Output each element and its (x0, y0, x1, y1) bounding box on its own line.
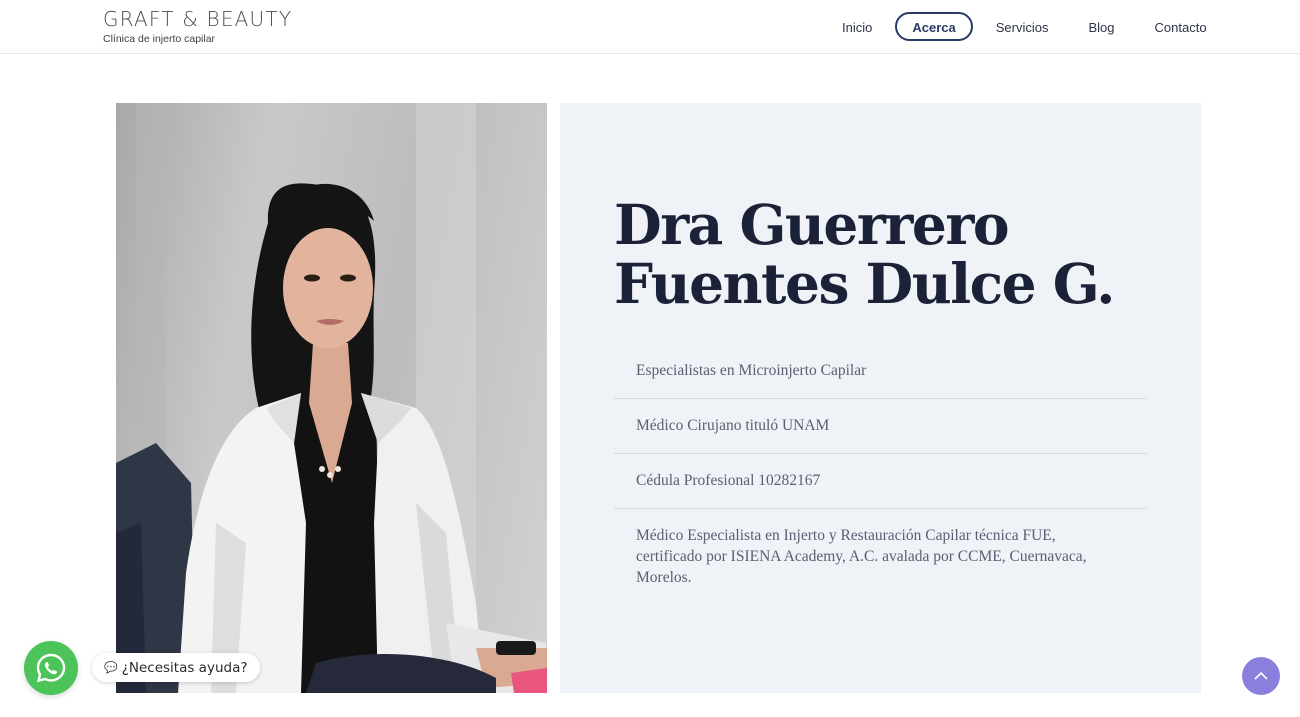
whatsapp-help-bubble[interactable]: 💬 ¿Necesitas ayuda? (92, 653, 260, 682)
credential-item: Médico Cirujano tituló UNAM (614, 399, 1147, 454)
scroll-to-top-button[interactable] (1242, 657, 1280, 695)
credential-item: Cédula Profesional 10282167 (614, 454, 1147, 509)
doctor-name-line2: Fuentes Dulce G. (614, 251, 1115, 316)
logo-title: GRAFT & BEAUTY (103, 7, 293, 31)
doctor-name: Dra Guerrero Fuentes Dulce G. (614, 195, 1134, 313)
site-header: GRAFT & BEAUTY Clínica de injerto capila… (0, 0, 1300, 54)
nav-acerca[interactable]: Acerca (895, 12, 973, 41)
credentials-list: Especialistas en Microinjerto Capilar Mé… (614, 344, 1147, 605)
main-nav: Inicio Acerca Servicios Blog Contacto (825, 12, 1230, 41)
whatsapp-button[interactable] (24, 641, 78, 695)
credential-item: Médico Especialista en Injerto y Restaur… (636, 527, 1087, 586)
whatsapp-help-label: ¿Necesitas ayuda? (121, 659, 248, 676)
doctor-name-line1: Dra Guerrero (614, 192, 1010, 257)
credential-item: Especialistas en Microinjerto Capilar (614, 344, 1147, 399)
chevron-up-icon (1254, 671, 1268, 680)
doctor-photo (116, 103, 547, 693)
nav-servicios[interactable]: Servicios (979, 12, 1066, 41)
nav-contacto[interactable]: Contacto (1138, 12, 1224, 41)
doctor-portrait-image (116, 103, 547, 693)
nav-blog[interactable]: Blog (1071, 12, 1131, 41)
doctor-info-panel: Dra Guerrero Fuentes Dulce G. Especialis… (560, 103, 1201, 693)
logo-subtitle: Clínica de injerto capilar (103, 33, 216, 45)
nav-inicio[interactable]: Inicio (825, 12, 889, 41)
whatsapp-icon (36, 653, 66, 683)
speech-bubble-icon: 💬 (104, 661, 118, 674)
logo[interactable]: GRAFT & BEAUTY Clínica de injerto capila… (103, 7, 292, 45)
